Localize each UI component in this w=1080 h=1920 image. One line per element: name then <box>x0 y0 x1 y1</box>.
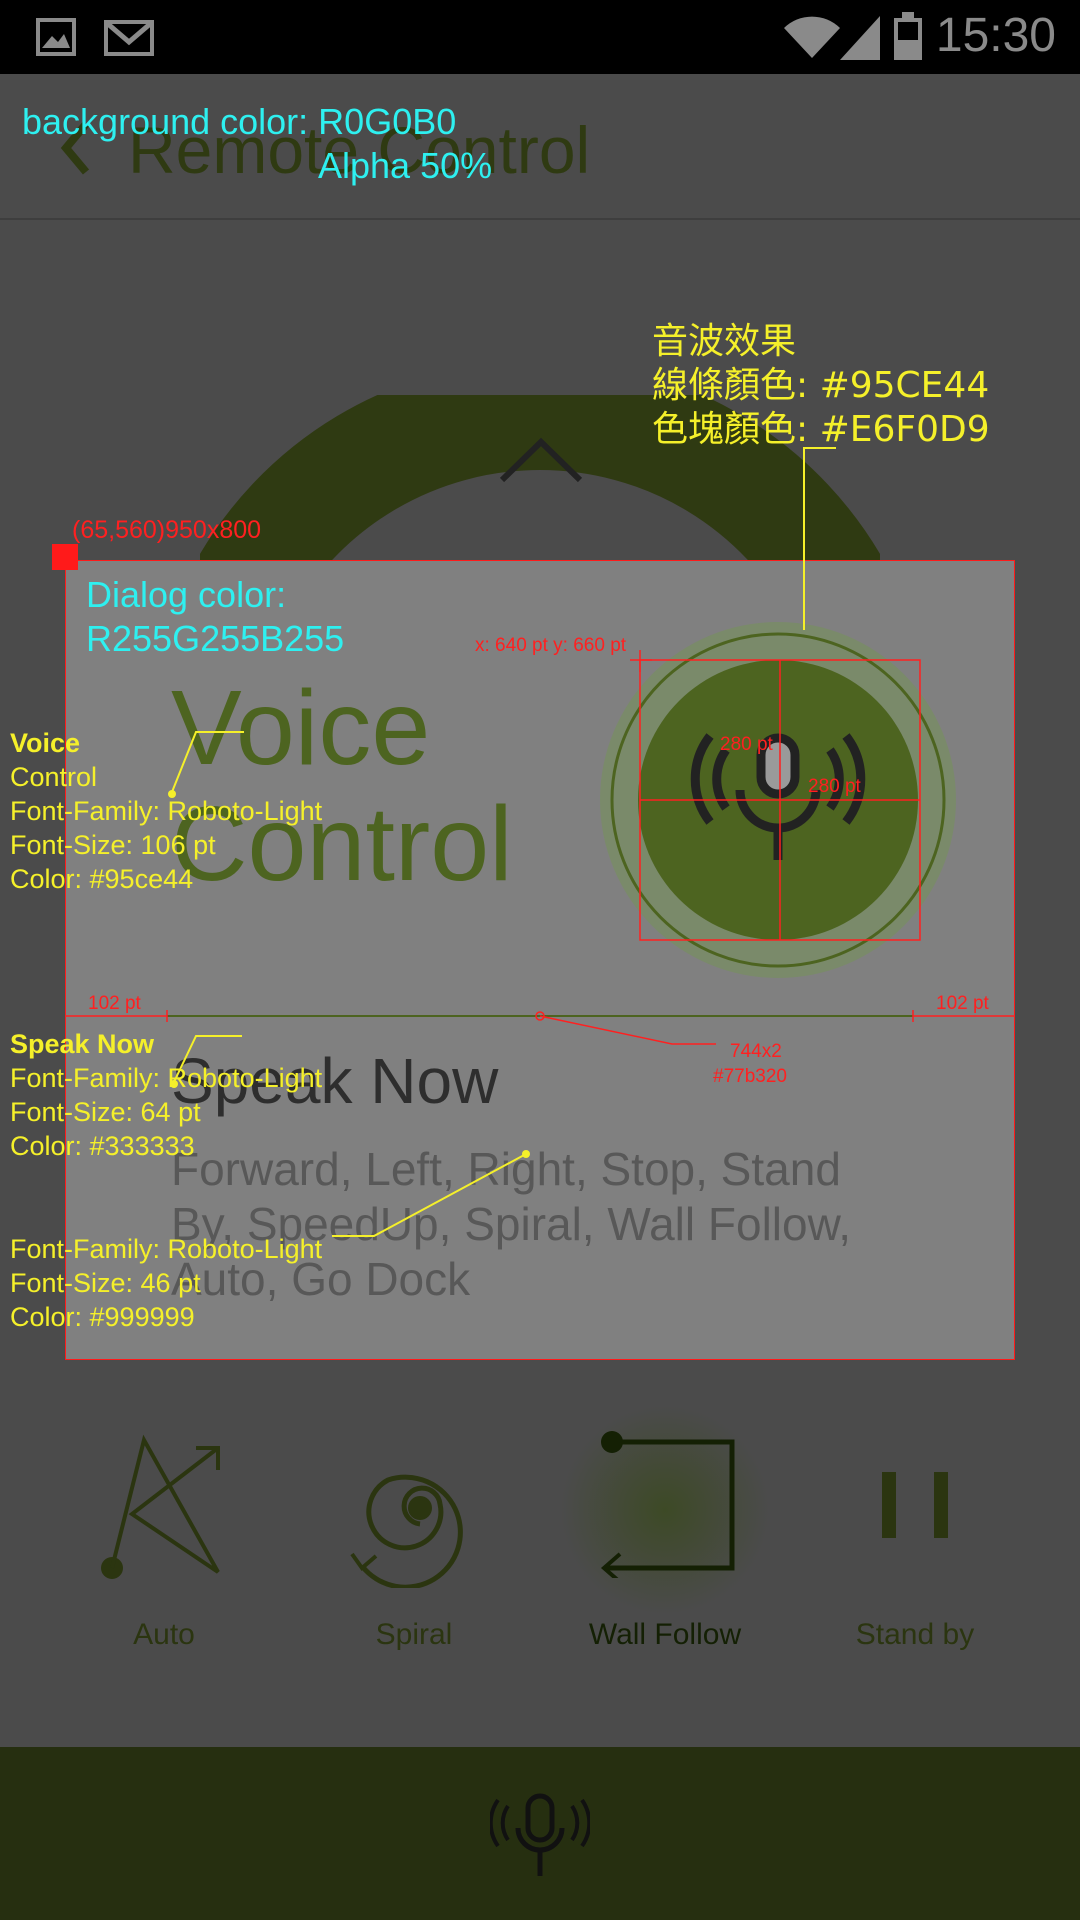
anno-voice-leader <box>168 731 244 798</box>
gmail-icon <box>104 20 154 56</box>
anno-bg-alpha: Alpha 50% <box>318 145 493 186</box>
voice-commands-text: Forward, Left, Right, Stop, Stand By, Sp… <box>171 1143 852 1305</box>
battery-icon <box>894 12 922 60</box>
anno-margin-left: 102 pt <box>88 993 141 1014</box>
anno-speak-size: Font-Size: 64 pt <box>10 1097 201 1127</box>
mode-label-auto[interactable]: Auto <box>39 1618 289 1652</box>
anno-wave-leader <box>803 447 836 630</box>
anno-voice-size: Font-Size: 106 pt <box>10 830 216 860</box>
pause-icon[interactable] <box>880 1470 950 1540</box>
anno-speak-heading: Speak Now <box>10 1029 155 1059</box>
spiral-icon[interactable] <box>340 1438 490 1588</box>
status-time: 15:30 <box>935 9 1056 62</box>
mode-label-wall-follow[interactable]: Wall Follow <box>540 1618 790 1652</box>
anno-mic-position: x: 640 pt y: 660 pt <box>475 635 627 656</box>
anno-commands-leader <box>332 1150 530 1237</box>
anno-origin-marker <box>52 544 78 570</box>
mode-label-stand-by[interactable]: Stand by <box>790 1618 1040 1652</box>
auto-arrows-icon[interactable] <box>98 1430 228 1590</box>
wifi-icon <box>784 16 840 58</box>
anno-dialog-rect: (65,560)950x800 <box>72 516 262 544</box>
anno-mic-height: 280 pt <box>808 776 861 797</box>
anno-divider-color: #77b320 <box>713 1066 787 1087</box>
anno-commands-color: Color: #999999 <box>10 1302 195 1332</box>
microphone-icon[interactable] <box>490 1792 590 1882</box>
status-bar: 15:30 <box>0 0 1080 74</box>
anno-mic-width: 280 pt <box>720 734 773 755</box>
anno-speak-family: Font-Family: Roboto-Light <box>10 1063 323 1093</box>
signal-icon <box>840 16 880 60</box>
anno-dialog-color-1: Dialog color: <box>86 574 287 615</box>
anno-speak-color: Color: #333333 <box>10 1131 195 1161</box>
anno-wave-title: 音波效果 <box>652 321 797 362</box>
anno-voice-line2: Control <box>10 762 98 792</box>
anno-commands-size: Font-Size: 46 pt <box>10 1268 201 1298</box>
anno-speak-leader <box>170 1035 242 1088</box>
anno-commands-family: Font-Family: Roboto-Light <box>10 1234 323 1264</box>
mic-measure-box <box>630 650 921 941</box>
image-icon <box>36 18 76 56</box>
wall-follow-icon[interactable] <box>596 1428 736 1578</box>
chevron-up-icon[interactable] <box>498 436 584 486</box>
anno-dialog-color-2: R255G255B255 <box>86 618 345 659</box>
anno-wave-line-color: 線條顏色: #95CE44 <box>652 365 990 406</box>
anno-voice-color: Color: #95ce44 <box>10 864 194 894</box>
anno-bg-color: background color: R0G0B0 <box>22 101 457 142</box>
anno-divider-size: 744x2 <box>730 1041 782 1062</box>
anno-voice-heading: Voice <box>10 728 81 758</box>
anno-margin-right: 102 pt <box>936 993 989 1014</box>
anno-divider-leader <box>539 1015 716 1045</box>
mode-label-spiral[interactable]: Spiral <box>289 1618 539 1652</box>
